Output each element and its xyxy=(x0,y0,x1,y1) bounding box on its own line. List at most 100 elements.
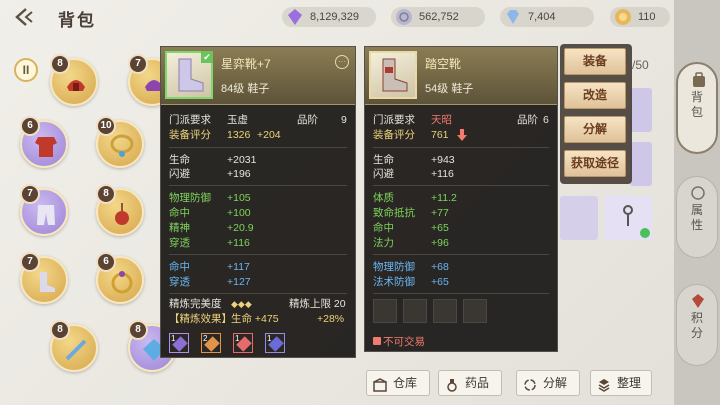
gem-slot: 1 xyxy=(265,333,285,353)
button-label: 整理 xyxy=(617,376,642,390)
inventory-slot[interactable]: 10 xyxy=(96,116,144,168)
inventory-slot[interactable]: 8 xyxy=(96,184,144,236)
info-icon[interactable]: ··· xyxy=(335,55,349,69)
boots-icon xyxy=(33,269,59,295)
stat-value: +196 xyxy=(227,168,251,180)
inventory-slot[interactable]: 7 xyxy=(20,184,68,236)
refine-effect-label: 【精炼效果】 xyxy=(169,313,232,325)
necklace-icon xyxy=(109,133,135,159)
sword-icon xyxy=(63,337,89,363)
divider xyxy=(373,185,549,186)
divider xyxy=(169,254,347,255)
sect-value: 玉虚 xyxy=(227,114,248,126)
stat-value: +11.2 xyxy=(431,192,457,204)
equipped-check-icon: ✔ xyxy=(201,51,213,63)
sect-row: 门派要求 天昭 品阶 6 xyxy=(365,113,557,127)
refine-limit: 精炼上限 20 xyxy=(289,298,346,310)
inventory-slot[interactable]: 6 xyxy=(96,252,144,304)
stat-name: 穿透 xyxy=(169,276,190,288)
crystal-icon xyxy=(286,8,304,26)
empty-gem-slot xyxy=(403,299,427,323)
tab-label: 背包 xyxy=(690,90,703,119)
inventory-cell[interactable] xyxy=(560,196,598,240)
item-thumbnail: ✔ xyxy=(165,51,213,99)
inventory-cell[interactable] xyxy=(630,142,652,186)
divider xyxy=(373,254,549,255)
divider xyxy=(169,147,347,148)
stat-name: 精神 xyxy=(169,222,190,234)
tab-label: 积分 xyxy=(690,311,703,340)
stat-name: 体质 xyxy=(373,192,394,204)
currency-value: 110 xyxy=(638,11,656,23)
side-tab-panel: 背包 属性 积分 xyxy=(674,0,720,405)
currency-crystal[interactable]: 8,129,329 xyxy=(282,7,376,27)
currency-diamond[interactable]: 7,404 xyxy=(500,7,594,27)
inventory-slot[interactable]: 8 xyxy=(50,320,98,372)
pause-button[interactable]: II xyxy=(14,58,38,82)
sect-label: 门派要求 xyxy=(373,114,415,126)
stat-name: 命中 xyxy=(373,222,394,234)
refine-effect: 生命 +475 xyxy=(231,313,279,325)
tab-points[interactable]: 积分 xyxy=(676,284,718,366)
stat-name: 命中 xyxy=(169,261,190,273)
silver-coin-icon xyxy=(395,8,413,26)
dismantle-all-button[interactable]: 分解 xyxy=(516,370,580,396)
untradable-label: 不可交易 xyxy=(383,336,425,348)
upgrade-arrow-icon xyxy=(640,228,650,238)
stat-name: 穿透 xyxy=(169,237,190,249)
warehouse-icon xyxy=(373,376,387,392)
score-row: 装备评分 1326 +204 xyxy=(161,128,355,142)
sect-row: 门派要求 玉虚 品阶 9 xyxy=(161,113,355,127)
currency-gold[interactable]: 110 xyxy=(610,7,670,27)
item-level-line: 54级 鞋子 xyxy=(425,80,473,96)
stat-name: 物理防御 xyxy=(169,192,211,204)
inventory-slot[interactable]: 7 xyxy=(20,252,68,304)
score-bonus: +204 xyxy=(257,129,281,141)
stat-value: +116 xyxy=(431,168,454,180)
page-title: 背包 xyxy=(58,11,96,30)
key-icon xyxy=(618,204,638,233)
page-count: /50 xyxy=(632,58,649,72)
inventory-slot[interactable]: 6 xyxy=(20,116,68,168)
tab-attributes[interactable]: 属性 xyxy=(676,176,718,258)
equip-button[interactable]: 装备 xyxy=(564,48,626,75)
grade-value: 9 xyxy=(341,114,347,126)
potion-button[interactable]: 药品 xyxy=(438,370,502,396)
potion-icon xyxy=(445,376,459,392)
lock-icon xyxy=(373,337,381,345)
score-label: 装备评分 xyxy=(169,129,211,141)
score-label: 装备评分 xyxy=(373,129,415,141)
tab-bag[interactable]: 背包 xyxy=(676,62,718,154)
stat-value: +943 xyxy=(431,154,455,166)
sort-button[interactable]: 整理 xyxy=(590,370,652,396)
attribute-icon xyxy=(690,185,706,201)
divider xyxy=(169,293,347,294)
stat-name: 闪避 xyxy=(373,168,394,180)
stat-name: 物理防御 xyxy=(373,261,415,273)
inventory-cell[interactable] xyxy=(630,88,652,132)
inventory-cell[interactable] xyxy=(604,196,652,240)
tooltip-header: 踏空靴 54级 鞋子 xyxy=(365,47,557,105)
stat-value: +65 xyxy=(431,276,449,288)
grade-value: 6 xyxy=(543,114,549,126)
stat-value: +100 xyxy=(227,207,251,219)
stat-name: 法力 xyxy=(373,237,394,249)
currency-silver[interactable]: 562,752 xyxy=(391,7,485,27)
empty-gem-slot xyxy=(463,299,487,323)
currency-value: 562,752 xyxy=(419,11,459,23)
item-name: 踏空靴 xyxy=(425,57,462,71)
stat-value: +116 xyxy=(227,237,250,249)
warehouse-button[interactable]: 仓库 xyxy=(366,370,430,396)
gem-slot: 2 xyxy=(201,333,221,353)
modify-button[interactable]: 改造 xyxy=(564,82,626,109)
dismantle-button[interactable]: 分解 xyxy=(564,116,626,143)
gold-coin-icon xyxy=(614,8,632,26)
obtain-route-button[interactable]: 获取途径 xyxy=(564,150,626,177)
score-row: 装备评分 761 xyxy=(365,128,557,142)
back-arrow-icon[interactable] xyxy=(12,6,36,28)
stat-value: +96 xyxy=(431,237,449,249)
grade-label: 品阶 xyxy=(517,114,538,126)
inventory-slot[interactable]: 8 xyxy=(50,54,98,106)
stat-name: 闪避 xyxy=(169,168,190,180)
divider xyxy=(373,293,549,294)
